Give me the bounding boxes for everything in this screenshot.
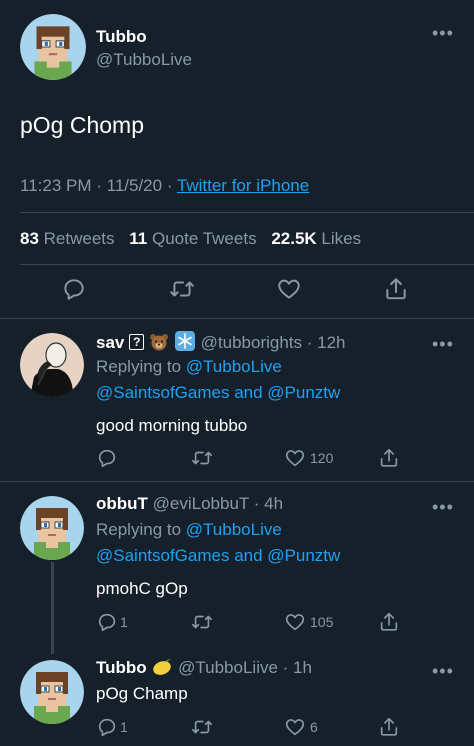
author-handle[interactable]: @tubborights bbox=[201, 333, 302, 352]
replying-to: Replying to @TubboLive bbox=[96, 520, 282, 540]
reply-text: pmohC gOp bbox=[96, 579, 188, 598]
quotes-label: Quote Tweets bbox=[151, 229, 257, 248]
main-tweet: Tubbo @TubboLive ••• pOg Chomp 11:23 PM … bbox=[0, 0, 474, 318]
mention-link[interactable]: @TubboLive bbox=[186, 520, 282, 539]
tweet-source-link[interactable]: Twitter for iPhone bbox=[177, 176, 309, 195]
likes-count: 22.5K bbox=[271, 229, 317, 248]
mention-link[interactable]: @TubboLive bbox=[186, 357, 282, 376]
avatar[interactable] bbox=[20, 333, 84, 397]
retweet-icon[interactable] bbox=[191, 716, 213, 738]
reply-header: Tubbo @TubboLiive · 1h bbox=[96, 658, 312, 681]
like-count: 120 bbox=[310, 450, 334, 466]
tweet-meta: 11:23 PM · 11/5/20 · Twitter for iPhone bbox=[20, 176, 310, 195]
author-handle[interactable]: @TubboLive bbox=[96, 50, 192, 70]
author-name[interactable]: Tubbo bbox=[96, 27, 147, 47]
reply-tweet[interactable]: Tubbo @TubboLiive · 1h ••• pOg Champ 1 6 bbox=[0, 650, 474, 746]
author-name[interactable]: sav bbox=[96, 333, 124, 352]
author-name[interactable]: obbuT bbox=[96, 494, 148, 513]
retweet-icon[interactable] bbox=[191, 447, 213, 469]
replying-prefix: Replying to bbox=[96, 520, 182, 539]
retweet-icon[interactable] bbox=[191, 611, 213, 633]
reply-text: good morning tubbo bbox=[96, 416, 248, 435]
reply-count: 1 bbox=[120, 719, 128, 735]
share-icon[interactable] bbox=[378, 611, 400, 633]
tweet-actions bbox=[0, 276, 474, 306]
reply-icon[interactable] bbox=[61, 276, 87, 302]
replying-prefix: Replying to bbox=[96, 357, 182, 376]
more-icon[interactable]: ••• bbox=[432, 24, 454, 42]
mention-link[interactable]: @SaintsofGames and @Punztw bbox=[96, 546, 340, 566]
tweet-text: pOg Chomp bbox=[20, 112, 145, 138]
reply-actions: 1 105 bbox=[96, 611, 416, 635]
retweets-count: 83 bbox=[20, 229, 39, 248]
divider bbox=[20, 212, 474, 213]
snowflake-emoji bbox=[174, 331, 196, 356]
lemon-emoji bbox=[151, 658, 173, 681]
reply-header: sav ? @tubborights · 12h bbox=[96, 331, 346, 356]
retweets-label: Retweets bbox=[43, 229, 115, 248]
share-icon[interactable] bbox=[378, 716, 400, 738]
like-count: 6 bbox=[310, 719, 318, 735]
like-icon[interactable] bbox=[276, 276, 302, 302]
likes-stat[interactable]: 22.5K Likes bbox=[271, 229, 371, 248]
reply-tweet[interactable]: obbuT @eviLobbuT · 4h ••• Replying to @T… bbox=[0, 482, 474, 650]
avatar[interactable] bbox=[20, 14, 86, 80]
tweet-date: 11/5/20 bbox=[106, 176, 163, 195]
like-icon[interactable] bbox=[284, 447, 306, 469]
author-name[interactable]: Tubbo bbox=[96, 658, 147, 677]
quotes-stat[interactable]: 11 Quote Tweets bbox=[129, 229, 266, 248]
bear-emoji bbox=[149, 333, 169, 356]
reply-icon[interactable] bbox=[96, 611, 118, 633]
quotes-count: 11 bbox=[129, 229, 148, 248]
share-icon[interactable] bbox=[383, 276, 409, 302]
reply-tweet[interactable]: sav ? @tubborights · 12h ••• Replying to… bbox=[0, 319, 474, 481]
reply-icon[interactable] bbox=[96, 447, 118, 469]
reply-actions: 1 6 bbox=[96, 716, 416, 740]
avatar[interactable] bbox=[20, 496, 84, 560]
retweet-icon[interactable] bbox=[169, 276, 195, 302]
tweet-time: 11:23 PM bbox=[20, 176, 92, 195]
avatar[interactable] bbox=[20, 660, 84, 724]
question-badge: ? bbox=[129, 334, 145, 350]
share-icon[interactable] bbox=[378, 447, 400, 469]
divider bbox=[20, 264, 474, 265]
like-count: 105 bbox=[310, 614, 334, 630]
reply-header: obbuT @eviLobbuT · 4h bbox=[96, 494, 284, 513]
reply-age: 1h bbox=[293, 658, 312, 677]
likes-label: Likes bbox=[321, 229, 362, 248]
author-handle[interactable]: @eviLobbuT bbox=[153, 494, 249, 513]
more-icon[interactable]: ••• bbox=[432, 498, 454, 516]
author-handle[interactable]: @TubboLiive bbox=[178, 658, 278, 677]
like-icon[interactable] bbox=[284, 716, 306, 738]
reply-text: pOg Champ bbox=[96, 684, 188, 703]
more-icon[interactable]: ••• bbox=[432, 662, 454, 680]
reply-icon[interactable] bbox=[96, 716, 118, 738]
reply-count: 1 bbox=[120, 614, 128, 630]
mention-link[interactable]: @SaintsofGames and @Punztw bbox=[96, 383, 340, 403]
reply-actions: 120 bbox=[96, 447, 416, 471]
tweet-stats: 83 Retweets 11 Quote Tweets 22.5K Likes bbox=[20, 229, 371, 249]
replying-to: Replying to @TubboLive bbox=[96, 357, 282, 377]
more-icon[interactable]: ••• bbox=[432, 335, 454, 353]
retweets-stat[interactable]: 83 Retweets bbox=[20, 229, 125, 248]
like-icon[interactable] bbox=[284, 611, 306, 633]
reply-age: 4h bbox=[264, 494, 284, 513]
reply-age: 12h bbox=[317, 333, 346, 352]
